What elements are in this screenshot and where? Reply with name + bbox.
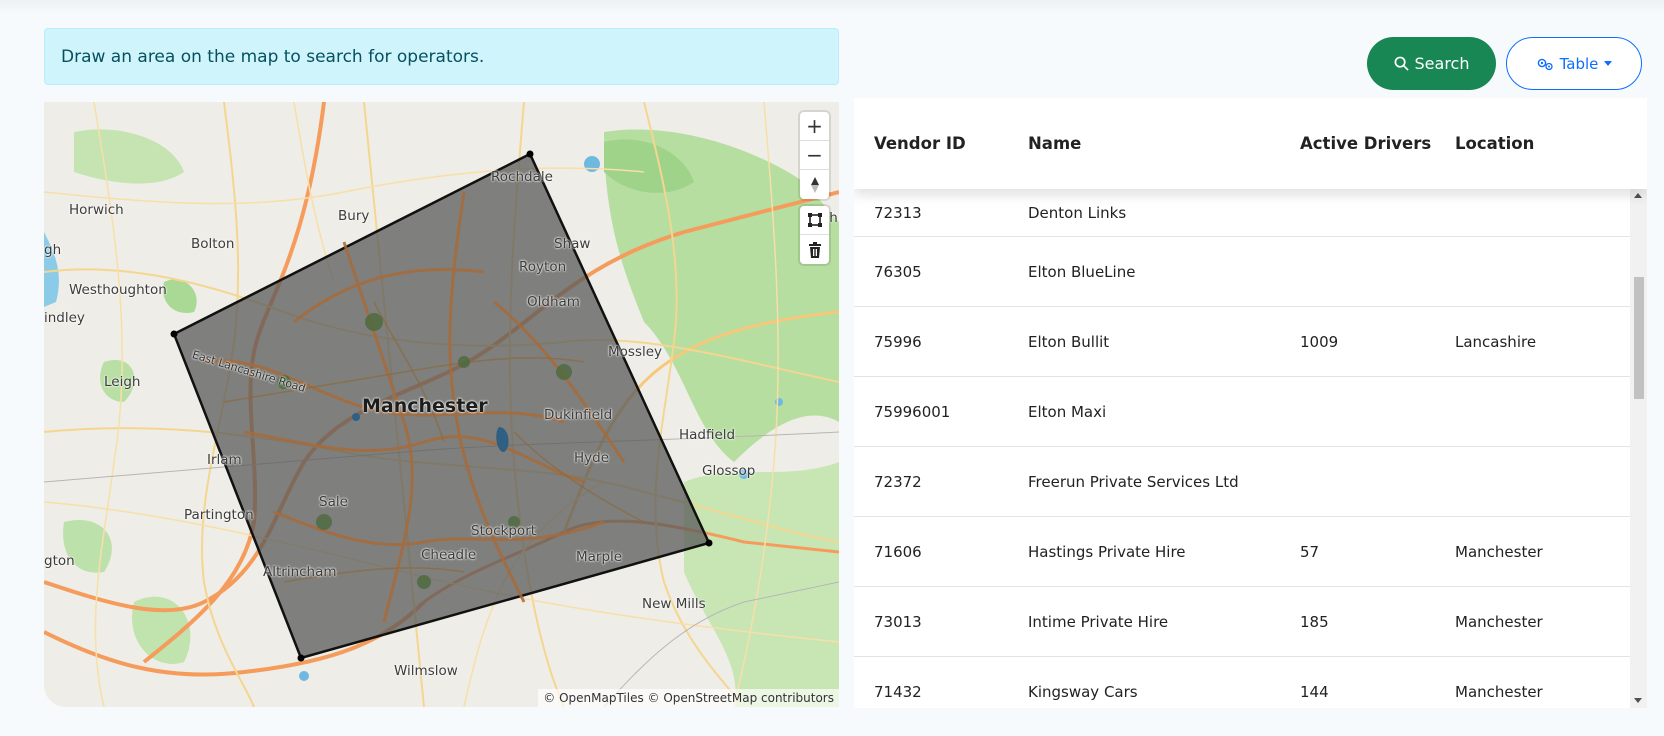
place-label: Irlam: [207, 452, 242, 468]
place-label: Oldham: [527, 294, 580, 310]
settings-icon: [1537, 58, 1553, 70]
trash-icon: [808, 241, 821, 258]
table-row[interactable]: 71606 Hastings Private Hire 57 Mancheste…: [854, 517, 1630, 587]
city-label: Manchester: [362, 395, 488, 417]
active-drivers-cell: 1009: [1300, 332, 1339, 351]
compass-icon: [810, 176, 819, 193]
place-label: Bolton: [191, 236, 235, 252]
search-icon: [1394, 56, 1409, 71]
place-label: Rochdale: [491, 169, 553, 185]
name-cell: Kingsway Cars: [1028, 682, 1138, 701]
table-row[interactable]: 75996001 Elton Maxi: [854, 377, 1630, 447]
zoom-controls: + −: [800, 112, 829, 199]
draw-polygon-button[interactable]: [800, 206, 829, 235]
table-row[interactable]: 73013 Intime Private Hire 185 Manchester: [854, 587, 1630, 657]
zoom-out-button[interactable]: −: [800, 141, 829, 170]
name-cell: Elton Bullit: [1028, 332, 1110, 351]
search-button[interactable]: Search: [1367, 37, 1496, 90]
place-label: indley: [44, 310, 85, 326]
place-label: New Mills: [642, 596, 706, 612]
place-label: Westhoughton: [69, 282, 167, 298]
table-row[interactable]: 76305 Elton BlueLine: [854, 237, 1630, 307]
scrollbar-thumb[interactable]: [1634, 277, 1644, 399]
place-label: Leigh: [104, 374, 141, 390]
place-label: Stockport: [471, 523, 537, 539]
location-cell: Manchester: [1455, 612, 1543, 631]
place-label: Bury: [338, 208, 370, 224]
active-drivers-cell: 144: [1300, 682, 1329, 701]
vendor-id-cell: 73013: [874, 612, 922, 631]
place-label: Horwich: [69, 202, 124, 218]
active-drivers-cell: 57: [1300, 542, 1320, 561]
top-shadow: [0, 0, 1664, 14]
vendor-id-cell: 72372: [874, 472, 922, 491]
place-label: Hyde: [574, 450, 610, 466]
column-header[interactable]: Name: [1028, 134, 1081, 153]
vendor-id-cell: 75996001: [874, 402, 951, 421]
place-label: gton: [44, 553, 75, 569]
place-label: Cheadle: [421, 547, 477, 563]
polygon-icon: [807, 213, 822, 227]
table-row[interactable]: 72372 Freerun Private Services Ltd: [854, 447, 1630, 517]
place-label: Shaw: [554, 236, 591, 252]
place-label: Altrincham: [263, 564, 337, 580]
place-label: Mossley: [608, 344, 663, 360]
place-label: Partington: [184, 507, 254, 523]
name-cell: Freerun Private Services Ltd: [1028, 472, 1239, 491]
trash-button[interactable]: [800, 235, 829, 264]
compass-button[interactable]: [800, 170, 829, 199]
place-label: Glossop: [702, 463, 756, 479]
place-label: gh: [44, 242, 62, 258]
name-cell: Hastings Private Hire: [1028, 542, 1186, 561]
info-alert: Draw an area on the map to search for op…: [44, 28, 839, 85]
map[interactable]: Rochdale Bury Horwich Bolton Shaw Royton…: [44, 102, 839, 707]
name-cell: Elton Maxi: [1028, 402, 1107, 421]
table-scrollbar[interactable]: [1630, 189, 1647, 708]
location-cell: Manchester: [1455, 682, 1543, 701]
scroll-down-icon[interactable]: [1634, 698, 1642, 703]
table-row[interactable]: 72313 Denton Links: [854, 189, 1630, 237]
table-body: 72313 Denton Links 76305 Elton BlueLine …: [854, 189, 1630, 708]
location-cell: Manchester: [1455, 542, 1543, 561]
table-header: Vendor ID Name Active Drivers Location: [854, 98, 1647, 189]
table-row[interactable]: 75996 Elton Bullit 1009 Lancashire: [854, 307, 1630, 377]
vendor-id-cell: 76305: [874, 262, 922, 281]
draw-controls: [800, 206, 829, 264]
place-label: Hadfield: [679, 427, 736, 443]
place-label: Royton: [519, 259, 567, 275]
vendor-id-cell: 72313: [874, 203, 922, 222]
place-label: Marple: [576, 549, 623, 565]
view-label: Table: [1559, 54, 1599, 73]
column-header[interactable]: Location: [1455, 134, 1534, 153]
operators-table: Vendor ID Name Active Drivers Location 7…: [854, 98, 1647, 708]
location-cell: Lancashire: [1455, 332, 1537, 351]
column-header[interactable]: Vendor ID: [874, 134, 966, 153]
vendor-id-cell: 71606: [874, 542, 922, 561]
search-label: Search: [1414, 54, 1470, 73]
alert-text: Draw an area on the map to search for op…: [61, 46, 485, 67]
vendor-id-cell: 71432: [874, 682, 922, 701]
scroll-up-icon[interactable]: [1634, 193, 1642, 198]
place-label: Wilmslow: [394, 663, 458, 679]
place-label: Dukinfield: [544, 407, 613, 423]
name-cell: Intime Private Hire: [1028, 612, 1169, 631]
chevron-down-icon: [1604, 61, 1613, 66]
zoom-in-button[interactable]: +: [800, 112, 829, 141]
column-header[interactable]: Active Drivers: [1300, 134, 1431, 153]
name-cell: Elton BlueLine: [1028, 262, 1136, 281]
active-drivers-cell: 185: [1300, 612, 1329, 631]
vendor-id-cell: 75996: [874, 332, 922, 351]
name-cell: Denton Links: [1028, 203, 1127, 222]
view-dropdown-button[interactable]: Table: [1506, 37, 1642, 90]
place-label: Sale: [319, 494, 348, 510]
table-row[interactable]: 71432 Kingsway Cars 144 Manchester: [854, 657, 1630, 708]
map-attribution[interactable]: © OpenMapTiles © OpenStreetMap contribut…: [538, 689, 839, 707]
